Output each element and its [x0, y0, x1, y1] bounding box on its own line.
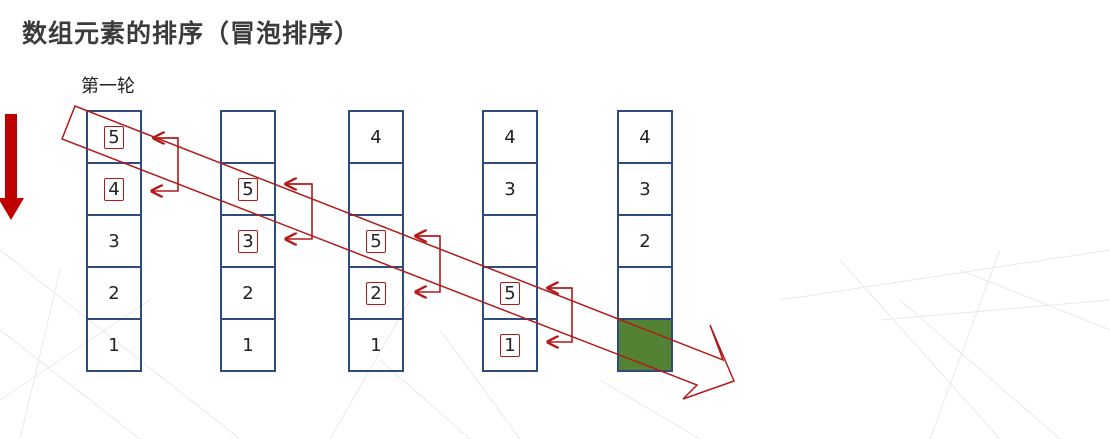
array-cell: 2 — [619, 216, 671, 268]
array-cell: 4 — [619, 112, 671, 164]
array-cell: 3 — [484, 164, 536, 216]
cell-value: 2 — [242, 282, 254, 304]
array-cell: 4 — [350, 112, 402, 164]
array-cell — [222, 112, 274, 164]
array-cell: 1 — [88, 320, 140, 370]
array-cell — [350, 164, 402, 216]
array-column-4: 4 3 5 1 — [482, 110, 538, 372]
compared-value: 5 — [366, 229, 386, 253]
cell-value: 1 — [370, 334, 382, 356]
compared-value: 2 — [366, 281, 386, 305]
array-cell: 5 — [350, 216, 402, 268]
round-label: 第一轮 — [81, 76, 135, 97]
array-cell — [484, 216, 536, 268]
cell-value: 3 — [504, 178, 516, 200]
cell-value: 2 — [108, 282, 120, 304]
page-title: 数组元素的排序（冒泡排序） — [22, 19, 361, 48]
sorted-cell — [619, 320, 671, 370]
cell-value: 3 — [639, 178, 651, 200]
array-cell: 1 — [350, 320, 402, 370]
down-arrow-icon — [0, 114, 24, 220]
array-cell: 3 — [619, 164, 671, 216]
array-column-3: 4 5 2 1 — [348, 110, 404, 372]
array-cell — [619, 268, 671, 320]
array-cell: 1 — [222, 320, 274, 370]
compared-value: 5 — [238, 177, 258, 201]
array-cell: 5 — [222, 164, 274, 216]
compared-value: 3 — [238, 229, 258, 253]
compared-value: 4 — [104, 177, 124, 201]
array-column-2: 5 3 2 1 — [220, 110, 276, 372]
compared-value: 5 — [500, 281, 520, 305]
compared-value: 1 — [500, 333, 520, 357]
background-network-lines — [0, 249, 1110, 439]
array-cell: 1 — [484, 320, 536, 370]
cell-value: 4 — [504, 126, 516, 148]
cell-value: 2 — [639, 230, 651, 252]
array-cell: 4 — [88, 164, 140, 216]
cell-value: 4 — [639, 126, 651, 148]
cell-value: 3 — [108, 230, 120, 252]
array-cell: 5 — [88, 112, 140, 164]
array-cell: 2 — [88, 268, 140, 320]
array-cell: 3 — [222, 216, 274, 268]
cell-value: 4 — [370, 126, 382, 148]
array-column-1: 5 4 3 2 1 — [86, 110, 142, 372]
array-column-5: 4 3 2 — [617, 110, 673, 372]
array-cell: 2 — [350, 268, 402, 320]
array-cell: 5 — [484, 268, 536, 320]
array-cell: 4 — [484, 112, 536, 164]
cell-value: 1 — [108, 334, 120, 356]
array-cell: 2 — [222, 268, 274, 320]
array-cell: 3 — [88, 216, 140, 268]
cell-value: 1 — [242, 334, 254, 356]
compared-value: 5 — [104, 125, 124, 149]
